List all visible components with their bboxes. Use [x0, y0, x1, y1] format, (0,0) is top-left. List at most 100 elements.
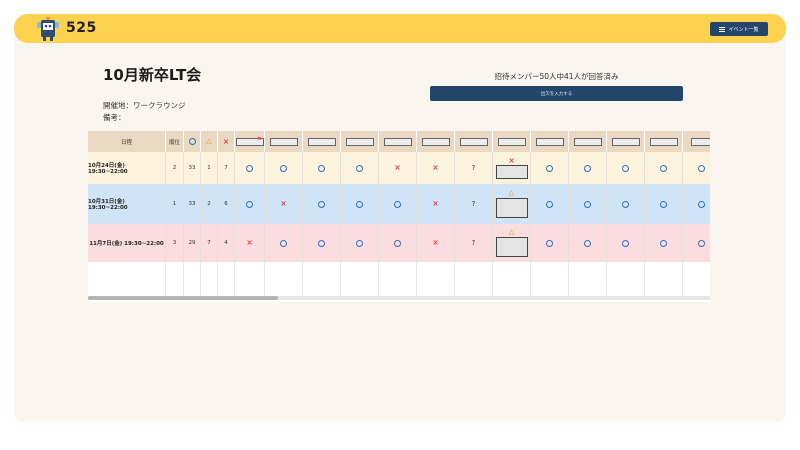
- answer-cell[interactable]: ×: [235, 224, 265, 262]
- scrollbar-thumb[interactable]: [88, 296, 278, 300]
- member-header[interactable]: [645, 131, 683, 152]
- answer-cell[interactable]: △: [493, 224, 531, 262]
- member-name-box[interactable]: [611, 137, 640, 146]
- circle-icon: [584, 200, 591, 208]
- circle-icon: [546, 239, 553, 247]
- answer-cell[interactable]: ?: [455, 224, 493, 262]
- answer-cell[interactable]: [531, 184, 569, 224]
- comment-input-box[interactable]: [495, 198, 528, 218]
- event-list-button[interactable]: イベント一覧: [710, 22, 768, 36]
- empty-cell: [218, 262, 235, 296]
- member-name-box[interactable]: [269, 137, 298, 146]
- table-row: 10月24日(金) 19:30~22:00 2 33 1 7 × ×? ×: [88, 152, 710, 184]
- answer-cell[interactable]: ×: [417, 152, 455, 184]
- answer-cell[interactable]: ×: [417, 224, 455, 262]
- row-date: 11月7日(金) 19:30~22:00: [88, 224, 166, 262]
- answer-cell[interactable]: [379, 184, 417, 224]
- answer-cell[interactable]: [645, 152, 683, 184]
- member-name-box[interactable]: [573, 137, 602, 146]
- answer-cell[interactable]: [683, 224, 710, 262]
- header-date: 日程: [88, 131, 166, 152]
- circle-icon: [622, 239, 629, 247]
- flag-icon: ⚑: [256, 136, 262, 143]
- circle-icon: [546, 164, 553, 172]
- answer-cell[interactable]: [683, 152, 710, 184]
- answer-cell[interactable]: [379, 224, 417, 262]
- answer-cell[interactable]: [645, 224, 683, 262]
- member-header[interactable]: [265, 131, 303, 152]
- row-rank: 2: [166, 152, 184, 184]
- member-name-box[interactable]: [459, 137, 488, 146]
- member-name-box[interactable]: [383, 137, 412, 146]
- member-header[interactable]: [607, 131, 645, 152]
- brand-name[interactable]: 525: [66, 20, 97, 36]
- answer-cell[interactable]: [607, 184, 645, 224]
- circle-icon: [698, 164, 705, 172]
- answer-cell[interactable]: [569, 224, 607, 262]
- triangle-icon: △: [206, 137, 212, 145]
- response-summary: 招待メンバー50人中41人が回答済み: [494, 72, 619, 81]
- empty-cell: [235, 262, 265, 296]
- answer-cell[interactable]: [341, 152, 379, 184]
- empty-cell: [379, 262, 417, 296]
- empty-cell: [645, 262, 683, 296]
- answer-cell[interactable]: ?: [455, 152, 493, 184]
- answer-cell[interactable]: ×: [417, 184, 455, 224]
- circle-icon: [356, 164, 363, 172]
- member-name-box[interactable]: [345, 137, 374, 146]
- comment-input-box[interactable]: [495, 165, 528, 180]
- answer-cell[interactable]: [531, 224, 569, 262]
- member-header[interactable]: [569, 131, 607, 152]
- member-name-box[interactable]: [535, 137, 564, 146]
- row-circle-count: 33: [184, 184, 201, 224]
- cross-icon: ×: [432, 199, 439, 209]
- answer-cell[interactable]: ×: [379, 152, 417, 184]
- answer-cell[interactable]: ×: [493, 152, 531, 184]
- attend-input-button[interactable]: 出欠を入力する: [430, 86, 683, 101]
- member-name-box[interactable]: [690, 137, 710, 146]
- circle-icon: [318, 164, 325, 172]
- answer-cell[interactable]: [607, 224, 645, 262]
- empty-cell: [607, 262, 645, 296]
- answer-cell[interactable]: [303, 184, 341, 224]
- answer-cell[interactable]: [569, 152, 607, 184]
- comment-input-box[interactable]: [495, 237, 528, 257]
- member-name-box[interactable]: [421, 137, 450, 146]
- row-rank: 3: [166, 224, 184, 262]
- member-name-box[interactable]: [649, 137, 678, 146]
- answer-cell[interactable]: [265, 224, 303, 262]
- member-header[interactable]: ⚑: [235, 131, 265, 152]
- answer-cell[interactable]: [235, 184, 265, 224]
- circle-icon: [280, 164, 287, 172]
- answer-cell[interactable]: [683, 184, 710, 224]
- row-triangle-count: 2: [201, 184, 218, 224]
- answer-cell[interactable]: [303, 224, 341, 262]
- member-name-box[interactable]: [307, 137, 336, 146]
- answer-cell[interactable]: [569, 184, 607, 224]
- answer-cell[interactable]: [341, 184, 379, 224]
- answer-cell[interactable]: ?: [455, 184, 493, 224]
- member-header[interactable]: [455, 131, 493, 152]
- member-header[interactable]: [417, 131, 455, 152]
- member-header[interactable]: [341, 131, 379, 152]
- row-rank: 1: [166, 184, 184, 224]
- answer-cell[interactable]: [341, 224, 379, 262]
- answer-cell[interactable]: [607, 152, 645, 184]
- circle-icon: [246, 200, 253, 208]
- member-header[interactable]: [303, 131, 341, 152]
- answer-cell[interactable]: [265, 152, 303, 184]
- answer-cell[interactable]: [303, 152, 341, 184]
- member-header[interactable]: [493, 131, 531, 152]
- member-name-box[interactable]: [497, 137, 526, 146]
- table-header-row: 日程 順位 △ × ⚑: [88, 131, 710, 152]
- answer-cell[interactable]: [645, 184, 683, 224]
- answer-cell[interactable]: ×: [265, 184, 303, 224]
- answer-cell[interactable]: [531, 152, 569, 184]
- answer-cell[interactable]: △: [493, 184, 531, 224]
- answer-cell[interactable]: [235, 152, 265, 184]
- member-header[interactable]: [531, 131, 569, 152]
- member-header[interactable]: [683, 131, 710, 152]
- member-header[interactable]: [379, 131, 417, 152]
- logo-icon[interactable]: [34, 16, 62, 42]
- empty-cell: [341, 262, 379, 296]
